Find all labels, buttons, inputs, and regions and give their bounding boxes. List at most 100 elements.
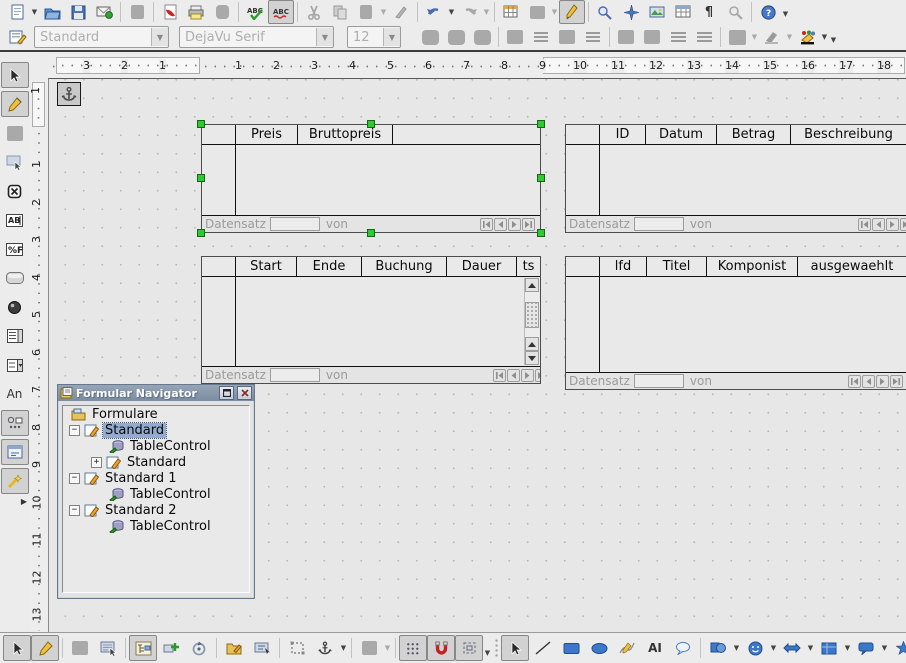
block-arrows-icon[interactable] (778, 635, 806, 661)
line-icon[interactable] (529, 635, 557, 661)
selection-handle-w[interactable] (197, 174, 205, 182)
selection-handle-ne[interactable] (537, 120, 545, 128)
basic-shapes-dropdown[interactable]: ▼ (732, 638, 741, 658)
edit-file-disabled-icon[interactable] (124, 0, 150, 24)
text-icon[interactable]: AI (641, 635, 669, 661)
column-header[interactable]: Beschreibung (791, 125, 906, 144)
form-navigator-icon[interactable] (129, 635, 157, 661)
column-header[interactable]: Betrag (717, 125, 791, 144)
next-record-button[interactable] (508, 218, 521, 231)
add-field-icon[interactable] (157, 635, 185, 661)
align-objects-icon[interactable] (355, 635, 383, 661)
ruler-left-margin[interactable] (56, 57, 200, 74)
collapse-expander[interactable]: − (69, 425, 80, 436)
undo-dropdown[interactable]: ▼ (447, 2, 456, 22)
column-header[interactable]: ts (517, 257, 540, 276)
first-record-button[interactable] (480, 218, 493, 231)
stars-icon[interactable] (889, 635, 906, 661)
font-name-combo[interactable]: DejaVu Serif ▼ (179, 26, 334, 48)
spellcheck-icon[interactable]: ABC (242, 0, 268, 24)
align-center-icon[interactable] (528, 25, 554, 49)
selection-handle-s[interactable] (367, 229, 375, 237)
option-button-icon[interactable] (1, 294, 29, 320)
column-header[interactable]: lfd (600, 257, 647, 276)
apply-style-icon[interactable] (4, 24, 32, 50)
column-header[interactable]: ausgewaehlt (798, 257, 906, 276)
insert-object-icon[interactable] (524, 0, 550, 24)
decrease-indent-icon[interactable] (665, 25, 691, 49)
column-header[interactable]: Titel (647, 257, 707, 276)
font-combo-dropdown[interactable]: ▼ (316, 28, 333, 46)
scroll-up-button-2[interactable] (525, 337, 539, 351)
control-properties-icon[interactable] (66, 635, 94, 661)
column-header[interactable]: Dauer (447, 257, 517, 276)
toolbar-overflow-dropdown[interactable]: ▼ (483, 643, 492, 663)
toolbar-overflow-dropdown[interactable]: ▼ (781, 4, 790, 24)
highlighting-dropdown[interactable]: ▼ (785, 27, 794, 47)
column-header[interactable]: Datum (646, 125, 717, 144)
vertical-ruler[interactable]: 112345678910111213 (30, 80, 48, 631)
select-icon[interactable] (1, 62, 29, 88)
collapse-expander[interactable]: − (69, 505, 80, 516)
anchor-icon-button[interactable] (311, 635, 339, 661)
bold-icon[interactable] (417, 25, 443, 49)
prev-record-button[interactable] (507, 369, 520, 382)
callouts-dropdown[interactable]: ▼ (880, 638, 889, 658)
style-combo-dropdown[interactable]: ▼ (151, 28, 168, 46)
flowchart-dropdown[interactable]: ▼ (843, 638, 852, 658)
more-controls-icon[interactable] (1, 410, 29, 436)
form-navigator-window[interactable]: Formular Navigator Formulare − Standard … (57, 384, 255, 599)
table-control-lfd[interactable]: lfd Titel Komponist ausgewaehlt Datensat… (565, 256, 906, 390)
horizontal-ruler[interactable]: 321123456789101112131415161718 (48, 55, 906, 78)
tree-item-standard-2[interactable]: − Standard 2 (63, 502, 249, 518)
formatted-field-icon[interactable]: %F (1, 236, 29, 262)
activation-order-icon[interactable] (185, 635, 213, 661)
undo-icon[interactable] (421, 0, 447, 24)
paste-dropdown[interactable]: ▼ (379, 2, 388, 22)
control-icon[interactable] (1, 149, 29, 175)
record-number-input[interactable] (270, 368, 320, 382)
selection-handle-e[interactable] (537, 174, 545, 182)
tree-item-standard[interactable]: − Standard (63, 422, 249, 438)
toolbar-more-arrow[interactable]: ▶ (21, 497, 27, 506)
freeform-line-icon[interactable] (613, 635, 641, 661)
italic-icon[interactable] (443, 25, 469, 49)
column-header[interactable]: ID (600, 125, 646, 144)
wizards-icon[interactable] (1, 468, 29, 494)
tree-item-tablecontrol[interactable]: TableControl (63, 518, 249, 534)
form-design-canvas[interactable]: Preis Bruttopreis Datensatz von ID Da (48, 78, 906, 632)
next-record-button[interactable] (876, 375, 889, 388)
symbol-shapes-dropdown[interactable]: ▼ (769, 638, 778, 658)
record-number-input[interactable] (270, 217, 320, 231)
export-pdf-icon[interactable] (157, 0, 183, 24)
column-header[interactable]: Bruttopreis (298, 125, 393, 144)
ellipse-icon[interactable] (585, 635, 613, 661)
email-icon[interactable] (91, 0, 117, 24)
find-replace-icon[interactable] (592, 0, 618, 24)
nonprinting-characters-icon[interactable]: ¶ (696, 0, 722, 24)
next-record-button[interactable] (886, 218, 899, 231)
table-control-preis[interactable]: Preis Bruttopreis Datensatz von (201, 124, 541, 233)
push-button-icon[interactable] (1, 265, 29, 291)
open-icon[interactable] (39, 0, 65, 24)
vertical-scrollbar[interactable] (524, 278, 539, 365)
zoom-icon[interactable] (722, 0, 748, 24)
position-size-icon[interactable] (283, 635, 311, 661)
paste-icon[interactable] (353, 0, 379, 24)
tree-item-standard-sub[interactable]: + Standard (63, 454, 249, 470)
combo-box-icon[interactable] (1, 352, 29, 378)
open-in-design-mode-icon[interactable] (220, 635, 248, 661)
last-record-button[interactable] (890, 375, 903, 388)
scroll-up-button[interactable] (525, 278, 539, 292)
snap-to-grid-icon[interactable] (427, 635, 455, 661)
font-color-dropdown[interactable]: ▼ (750, 27, 759, 47)
block-arrows-dropdown[interactable]: ▼ (806, 638, 815, 658)
font-size-combo[interactable]: 12 ▼ (347, 26, 401, 48)
toolbar-grip[interactable] (494, 638, 499, 658)
column-header[interactable]: Buchung (362, 257, 447, 276)
insert-table-icon[interactable] (498, 0, 524, 24)
selection-handle-nw[interactable] (197, 120, 205, 128)
next-record-button[interactable] (521, 369, 534, 382)
list-box-icon[interactable] (1, 323, 29, 349)
select-draw-icon[interactable] (501, 635, 529, 661)
